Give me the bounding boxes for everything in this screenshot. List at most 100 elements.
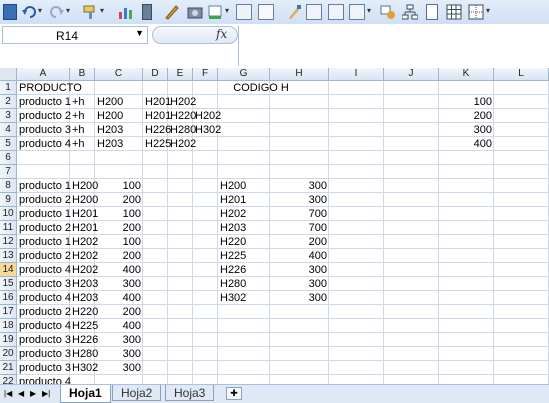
row-header-12[interactable]: 12 — [0, 235, 17, 249]
row-header-2[interactable]: 2 — [0, 95, 17, 109]
cell-a1[interactable]: PRODUCTO — [17, 81, 82, 95]
cell-a22[interactable]: producto 4 — [17, 375, 71, 384]
row-header-6[interactable]: 6 — [0, 151, 17, 165]
row-header-14[interactable]: 14 — [0, 263, 17, 277]
cell-b16[interactable]: H203 — [70, 291, 98, 305]
cell-a13[interactable]: producto 2 — [17, 249, 71, 263]
cell-b10[interactable]: H201 — [70, 207, 98, 221]
cell-c18[interactable]: 400 — [95, 319, 143, 333]
sort-icon[interactable] — [258, 4, 274, 20]
cell-b9[interactable]: H200 — [70, 193, 98, 207]
cell-a21[interactable]: producto 3 — [17, 361, 71, 375]
cell-b19[interactable]: H226 — [70, 333, 98, 347]
cell-a12[interactable]: producto 1 — [17, 235, 71, 249]
cell-b15[interactable]: H203 — [70, 277, 98, 291]
column-header-f[interactable]: F — [193, 68, 218, 81]
cell-h16[interactable]: 300 — [270, 291, 329, 305]
row-header-1[interactable]: 1 — [0, 81, 17, 95]
cell-g15[interactable]: H280 — [218, 277, 270, 291]
cell-a17[interactable]: producto 2 — [17, 305, 71, 319]
cell-g13[interactable]: H225 — [218, 249, 270, 263]
cell-c12[interactable]: 100 — [95, 235, 143, 249]
cell-k4[interactable]: 300 — [439, 123, 494, 137]
cell-e4[interactable]: H280 — [168, 123, 196, 137]
cell-a3[interactable]: producto 2 — [17, 109, 71, 123]
cell-f3[interactable]: H202 — [193, 109, 221, 123]
cell-a10[interactable]: producto 1 — [17, 207, 71, 221]
cell-g9[interactable]: H201 — [218, 193, 270, 207]
blank-page-icon[interactable] — [426, 4, 438, 20]
cell-g14[interactable]: H226 — [218, 263, 270, 277]
cell-e5[interactable]: H202 — [168, 137, 196, 151]
column-header-j[interactable]: J — [384, 68, 439, 81]
cell-b20[interactable]: H280 — [70, 347, 98, 361]
row-header-9[interactable]: 9 — [0, 193, 17, 207]
row-header-16[interactable]: 16 — [0, 291, 17, 305]
column-header-e[interactable]: E — [168, 68, 193, 81]
cell-k5[interactable]: 400 — [439, 137, 494, 151]
cell-c16[interactable]: 400 — [95, 291, 143, 305]
next-sheet-icon[interactable]: ▶ — [30, 389, 36, 398]
cell-d5[interactable]: H225 — [143, 137, 171, 151]
text-box-icon[interactable] — [328, 4, 344, 20]
tab-hoja3[interactable]: Hoja3 — [165, 385, 215, 401]
cell-a9[interactable]: producto 2 — [17, 193, 71, 207]
cell-c15[interactable]: 300 — [95, 277, 143, 291]
format-painter-icon[interactable] — [82, 4, 98, 20]
cell-c19[interactable]: 300 — [95, 333, 143, 347]
tab-hoja2[interactable]: Hoja2 — [112, 385, 162, 401]
fill-icon[interactable] — [207, 4, 223, 20]
cell-c17[interactable]: 200 — [95, 305, 143, 319]
cell-a18[interactable]: producto 4 — [17, 319, 71, 333]
cell-g8[interactable]: H200 — [218, 179, 270, 193]
column-header-l[interactable]: L — [494, 68, 549, 81]
cell-a15[interactable]: producto 3 — [17, 277, 71, 291]
cell-a4[interactable]: producto 3 — [17, 123, 71, 137]
row-header-3[interactable]: 3 — [0, 109, 17, 123]
cell-h10[interactable]: 700 — [270, 207, 329, 221]
last-sheet-icon[interactable]: ▶| — [42, 389, 50, 398]
cell-c2[interactable]: H200 — [95, 95, 143, 109]
cell-g10[interactable]: H202 — [218, 207, 270, 221]
cell-b14[interactable]: H202 — [70, 263, 98, 277]
cell-h12[interactable]: 200 — [270, 235, 329, 249]
cell-e3[interactable]: H220 — [168, 109, 196, 123]
cell-g12[interactable]: H220 — [218, 235, 270, 249]
cell-k3[interactable]: 200 — [439, 109, 494, 123]
column-header-k[interactable]: K — [439, 68, 494, 81]
cell-c3[interactable]: H200 — [95, 109, 143, 123]
borders-icon[interactable] — [468, 4, 484, 20]
edit-icon[interactable] — [164, 4, 180, 20]
camera-icon[interactable] — [187, 4, 203, 20]
cell-f4[interactable]: H302 — [193, 123, 221, 137]
cell-d3[interactable]: H201 — [143, 109, 171, 123]
borders-dropdown-icon[interactable]: ▾ — [486, 6, 490, 15]
row-header-5[interactable]: 5 — [0, 137, 17, 151]
cell-f1[interactable]: CODIGO H — [193, 81, 329, 95]
tab-hoja1[interactable]: Hoja1 — [60, 385, 111, 403]
chart-icon[interactable] — [118, 4, 134, 20]
save-icon[interactable] — [3, 4, 17, 20]
row-header-11[interactable]: 11 — [0, 221, 17, 235]
column-header-h[interactable]: H — [270, 68, 329, 81]
cell-b4[interactable]: +h — [70, 123, 95, 137]
cell-g11[interactable]: H203 — [218, 221, 270, 235]
select-all-corner[interactable] — [0, 68, 17, 81]
cell-c20[interactable]: 300 — [95, 347, 143, 361]
cell-c8[interactable]: 100 — [95, 179, 143, 193]
row-header-8[interactable]: 8 — [0, 179, 17, 193]
formula-input[interactable] — [238, 26, 549, 66]
column-header-a[interactable]: A — [17, 68, 70, 81]
cell-b21[interactable]: H302 — [70, 361, 98, 375]
row-header-21[interactable]: 21 — [0, 361, 17, 375]
cell-b17[interactable]: H220 — [70, 305, 98, 319]
merge-dropdown-icon[interactable]: ▾ — [367, 6, 371, 15]
insert-sheet-icon[interactable]: ✚ — [226, 387, 242, 400]
row-header-10[interactable]: 10 — [0, 207, 17, 221]
cell-h11[interactable]: 700 — [270, 221, 329, 235]
brush-icon[interactable] — [286, 4, 302, 20]
prev-sheet-icon[interactable]: ◀ — [18, 389, 24, 398]
chevron-down-icon[interactable]: ▼ — [135, 28, 144, 38]
cell-b13[interactable]: H202 — [70, 249, 98, 263]
cell-a5[interactable]: producto 4 — [17, 137, 71, 151]
